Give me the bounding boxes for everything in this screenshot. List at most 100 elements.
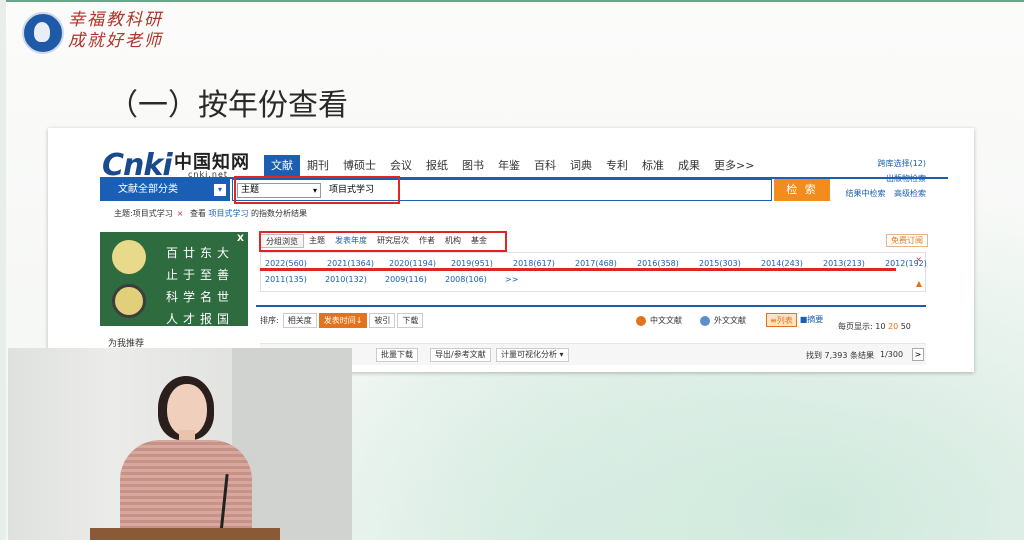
cnki-screenshot: Cnki 中国知网 cnki.net 文献 期刊 博硕士 会议 报纸 图书 年鉴… [48,128,974,372]
category-button-label: 文献全部分类 [118,184,178,195]
advanced-search-link[interactable]: 高级检索 [894,189,926,198]
year-link[interactable]: 2009(116) [385,275,445,284]
ad-poem-line: 人才报国 [166,312,235,326]
right-links-row2: 结果中检索 高级检索 [839,186,926,201]
slide-title: （一）按年份查看 [108,88,348,123]
year-link[interactable]: 2010(132) [325,275,385,284]
sort-downloads-button[interactable]: 下载 [397,313,424,328]
sort-divider [256,305,926,307]
year-link[interactable]: 2020(1194) [389,259,451,268]
search-button[interactable]: 检 索 [774,179,830,201]
abstract-view-button[interactable]: ■摘要 [797,313,827,327]
nav-tab-more[interactable]: 更多>> [707,155,761,177]
year-link[interactable]: 2011(135) [265,275,325,284]
batch-download-button[interactable]: 批量下载 [376,348,418,362]
year-link[interactable]: 2017(468) [575,259,637,268]
sort-relevance-button[interactable]: 相关度 [282,313,317,328]
year-more-link[interactable]: >> [505,275,565,284]
ad-banner[interactable]: X 百廿东大 止于至善 科学名世 人才报国 [100,232,248,326]
year-link[interactable]: 2021(1364) [327,259,389,268]
close-icon[interactable]: × [177,209,184,218]
school-logo-icon [22,12,64,54]
nav-tab-huiyi[interactable]: 会议 [383,155,419,177]
presenter-video [8,348,352,540]
result-count: 找到 7,393 条结果 [806,351,874,360]
result-toolbar: 批量下载 导出/参考文献 计量可视化分析 ▾ 找到 7,393 条结果 1/30… [260,343,926,365]
next-page-button[interactable]: > [912,348,924,361]
foreign-literature-filter[interactable]: 外文文献 [700,315,746,326]
per-page-50[interactable]: 50 [901,322,911,331]
subscribe-button[interactable]: 免费订阅 [886,234,928,247]
chart-icon[interactable]: ▲ [916,279,922,288]
nav-tab-boshuoshi[interactable]: 博硕士 [336,155,383,177]
nav-tab-tushu[interactable]: 图书 [455,155,491,177]
year-row-1: 2022(560) 2021(1364) 2020(1194) 2019(951… [265,259,947,268]
presenter-body [120,440,252,540]
foreign-literature-label: 外文文献 [714,316,746,325]
year-link[interactable]: 2015(303) [699,259,761,268]
per-page-10[interactable]: 10 [875,322,885,331]
slide-logo-text: 幸福教科研 成就好老师 [68,10,163,52]
per-page-20[interactable]: 20 [888,322,898,331]
nav-tab-baike[interactable]: 百科 [527,155,563,177]
years-highlight-underline [260,268,896,271]
nav-tab-baozhi[interactable]: 报纸 [419,155,455,177]
breadcrumb-view-suffix: 的指数分析结果 [251,209,308,218]
breadcrumb-tag: 主题:项目式学习 [114,209,173,218]
slide-top-rule [0,0,1024,2]
chinese-literature-filter[interactable]: 中文文献 [636,315,682,326]
sort-bar: 排序: 相关度 发表时间↓ 被引 下载 [260,313,425,328]
nav-tab-zhuanli[interactable]: 专利 [599,155,635,177]
ad-poem-line: 百廿东大 [166,246,235,260]
breadcrumb: 主题:项目式学习 × 查看 项目式学习 的指数分析结果 [114,208,307,219]
database-nav: 文献 期刊 博硕士 会议 报纸 图书 年鉴 百科 词典 专利 标准 成果 更多>… [264,155,761,177]
year-link[interactable]: 2014(243) [761,259,823,268]
year-panel-close-icon[interactable]: × [915,255,922,264]
per-page-selector: 每页显示: 10 20 50 [838,321,911,332]
search-highlight-box [234,176,400,204]
university-seal-icon [112,284,146,318]
year-row-2: 2011(135) 2010(132) 2009(116) 2008(106) … [265,275,565,284]
nav-tab-qikan[interactable]: 期刊 [300,155,336,177]
visual-analysis-dropdown[interactable]: 计量可视化分析 ▾ [496,348,569,362]
ad-close-icon[interactable]: X [237,234,244,244]
sort-label: 排序: [260,316,279,325]
slide-side-strip [0,0,6,540]
year-link[interactable]: 2013(213) [823,259,885,268]
year-link[interactable]: 2019(951) [451,259,513,268]
index-analysis-link[interactable]: 项目式学习 [209,209,249,218]
logo-line-1: 幸福教科研 [68,10,163,30]
sort-citations-button[interactable]: 被引 [369,313,396,328]
year-link[interactable]: 2022(560) [265,259,327,268]
anniversary-emblem-icon [112,240,146,274]
nav-tab-biaozhun[interactable]: 标准 [635,155,671,177]
in-result-search-link[interactable]: 结果中检索 [845,189,885,198]
year-link[interactable]: 2016(358) [637,259,699,268]
list-view-button[interactable]: ≡列表 [766,313,797,327]
nav-tab-wenxian[interactable]: 文献 [264,155,300,177]
view-toggle: ≡列表 ■摘要 [766,313,826,327]
cross-db-link[interactable]: 跨库选择(12) [839,156,926,171]
year-link[interactable]: 2018(617) [513,259,575,268]
sort-date-button[interactable]: 发表时间↓ [318,313,368,328]
nav-tab-nianjian[interactable]: 年鉴 [491,155,527,177]
year-panel: 2022(560) 2021(1364) 2020(1194) 2019(951… [260,252,927,292]
category-button[interactable]: 文献全部分类 ▾ [100,179,230,201]
foreign-literature-icon [700,315,710,326]
nav-tab-cidian[interactable]: 词典 [563,155,599,177]
breadcrumb-view-prefix: 查看 [189,209,206,218]
logo-line-2: 成就好老师 [68,31,163,51]
year-link[interactable]: 2008(106) [445,275,505,284]
presenter-face [167,384,207,436]
page-indicator: 1/300 [880,350,904,359]
category-dropdown-icon[interactable]: ▾ [214,184,226,196]
podium [90,528,280,540]
per-page-label: 每页显示: [838,322,873,331]
nav-tab-chengguo[interactable]: 成果 [671,155,707,177]
ad-poem-line: 止于至善 [166,268,235,282]
export-references-button[interactable]: 导出/参考文献 [430,348,491,362]
chinese-literature-label: 中文文献 [650,316,682,325]
ad-poem: 百廿东大 止于至善 科学名世 人才报国 [166,242,234,326]
ad-poem-line: 科学名世 [166,290,235,304]
chinese-literature-icon [636,315,646,326]
